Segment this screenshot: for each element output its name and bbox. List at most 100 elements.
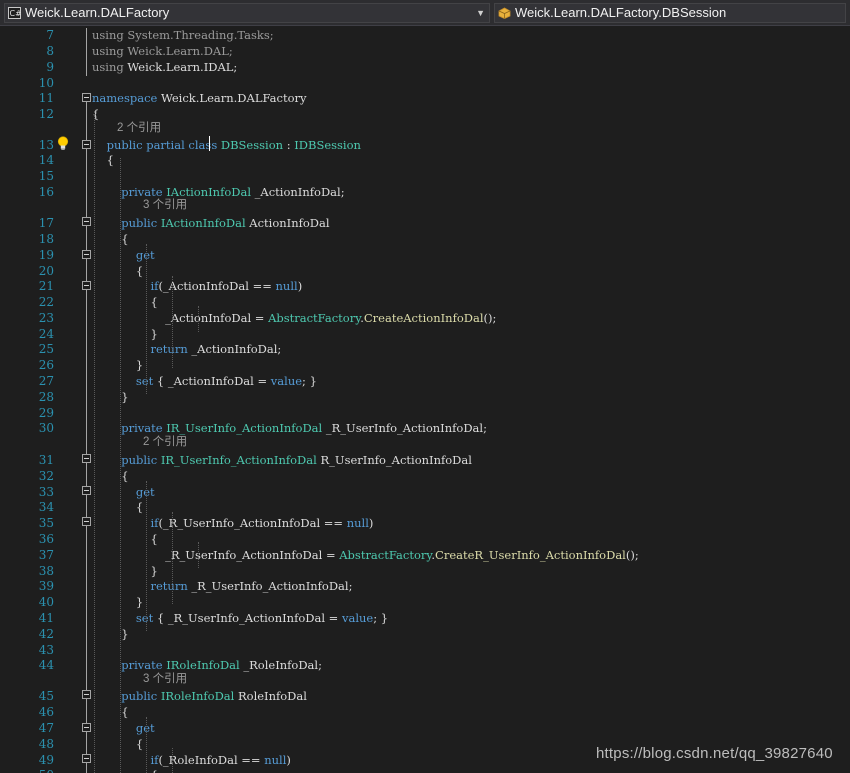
code-line[interactable]: set { _R_UserInfo_ActionInfoDal = value;… <box>92 611 388 626</box>
line-number: 45 <box>38 689 54 703</box>
code-editor[interactable]: 7 using System.Threading.Tasks; 8 using Wei… <box>0 26 850 773</box>
code-line[interactable]: set { _ActionInfoDal = value; } <box>92 374 317 389</box>
code-line[interactable]: return _R_UserInfo_ActionInfoDal; <box>92 579 352 594</box>
code-token: private <box>92 421 163 435</box>
fold-toggle[interactable] <box>82 690 91 699</box>
code-token: } <box>92 564 158 578</box>
code-token: Weick.Learn.DALFactory <box>157 91 307 105</box>
code-line[interactable]: private IRoleInfoDal _RoleInfoDal; <box>92 658 322 673</box>
code-line[interactable]: public IActionInfoDal ActionInfoDal <box>92 216 329 231</box>
code-line[interactable]: { <box>92 737 143 752</box>
code-lens-references[interactable]: 2 个引用 <box>143 435 187 449</box>
line-number: 28 <box>38 390 54 404</box>
code-token: class <box>184 138 218 152</box>
code-token: _ActionInfoDal = <box>92 311 269 325</box>
code-token: if <box>92 516 159 530</box>
code-lens-references[interactable]: 3 个引用 <box>143 198 187 212</box>
fold-toggle[interactable] <box>82 93 91 102</box>
code-token: } <box>92 390 129 404</box>
code-line[interactable]: } <box>92 327 157 342</box>
fold-toggle[interactable] <box>82 281 91 290</box>
type-dropdown-label: Weick.Learn.DALFactory.DBSession <box>515 5 727 20</box>
code-line[interactable]: { <box>92 264 143 279</box>
line-number: 14 <box>38 153 54 167</box>
code-line[interactable]: } <box>92 390 129 405</box>
fold-toggle[interactable] <box>82 517 91 526</box>
code-line[interactable]: _R_UserInfo_ActionInfoDal = AbstractFact… <box>92 548 639 563</box>
code-line[interactable]: { <box>92 295 158 310</box>
code-token: IR_UserInfo_ActionInfoDal <box>162 421 323 435</box>
lightbulb-icon[interactable] <box>57 136 69 151</box>
code-token: RoleInfoDal <box>234 689 307 703</box>
indent-guide <box>198 542 199 568</box>
line-number: 20 <box>38 264 54 278</box>
type-dropdown[interactable]: Weick.Learn.DALFactory.DBSession <box>494 3 846 23</box>
line-number: 13 <box>38 138 54 152</box>
fold-toggle[interactable] <box>82 140 91 149</box>
code-token: (_RoleInfoDal == <box>158 753 265 767</box>
code-line[interactable]: if(_ActionInfoDal == null) <box>92 279 302 294</box>
fold-toggle[interactable] <box>82 217 91 226</box>
code-line[interactable]: } <box>92 595 143 610</box>
code-line[interactable]: _ActionInfoDal = AbstractFactory.CreateA… <box>92 311 496 326</box>
line-number: 43 <box>38 643 54 657</box>
code-token: using <box>92 28 124 42</box>
line-number: 8 <box>46 44 54 58</box>
code-token: (); <box>483 311 497 325</box>
code-token: System.Threading.Tasks; <box>123 28 274 42</box>
fold-toggle[interactable] <box>82 250 91 259</box>
code-line[interactable]: } <box>92 358 143 373</box>
code-line[interactable]: public IR_UserInfo_ActionInfoDal R_UserI… <box>92 453 472 468</box>
code-token: IRoleInfoDal <box>162 658 240 672</box>
code-lens-references[interactable]: 3 个引用 <box>143 672 187 686</box>
code-line[interactable]: { <box>92 532 157 547</box>
code-line[interactable]: { <box>92 768 157 773</box>
code-lens-references[interactable]: 2 个引用 <box>117 121 161 135</box>
code-token: public <box>92 216 158 230</box>
code-token: { <box>92 295 158 309</box>
code-line[interactable]: using Weick.Learn.DAL; <box>92 44 233 59</box>
line-number: 12 <box>38 107 54 121</box>
code-line[interactable]: if(_R_UserInfo_ActionInfoDal == null) <box>92 516 373 531</box>
code-token: (_ActionInfoDal == <box>158 279 276 293</box>
code-token: IActionInfoDal <box>162 185 252 199</box>
code-line[interactable]: if(_RoleInfoDal == null) <box>92 753 290 768</box>
fold-toggle[interactable] <box>82 486 91 495</box>
indent-guide <box>172 276 173 368</box>
code-line[interactable]: } <box>92 627 129 642</box>
line-number: 38 <box>38 564 54 578</box>
code-token: (_R_UserInfo_ActionInfoDal == <box>158 516 347 530</box>
code-line[interactable]: private IActionInfoDal _ActionInfoDal; <box>92 185 344 200</box>
line-number: 9 <box>46 60 54 74</box>
line-number: 16 <box>38 185 54 199</box>
code-token: set <box>92 374 154 388</box>
indent-guide <box>146 244 147 394</box>
code-line[interactable]: using Weick.Learn.IDAL; <box>92 60 237 75</box>
code-line[interactable]: using System.Threading.Tasks; <box>92 28 274 43</box>
code-line[interactable]: public partial class DBSession : IDBSess… <box>92 138 361 153</box>
fold-toggle[interactable] <box>82 723 91 732</box>
code-line[interactable]: { <box>92 469 128 484</box>
code-token: IActionInfoDal <box>157 216 246 230</box>
chevron-down-icon: ▼ <box>476 8 485 18</box>
code-token: AbstractFactory <box>339 548 432 562</box>
code-line[interactable]: { <box>92 500 143 515</box>
fold-line <box>86 526 87 690</box>
project-dropdown[interactable]: C# Weick.Learn.DALFactory ▼ <box>4 3 490 23</box>
code-token: _RoleInfoDal; <box>239 658 322 672</box>
indent-guide <box>146 717 147 773</box>
code-line[interactable]: namespace Weick.Learn.DALFactory <box>92 91 306 106</box>
line-number: 31 <box>38 453 54 467</box>
code-line[interactable]: private IR_UserInfo_ActionInfoDal _R_Use… <box>92 421 487 436</box>
code-line[interactable]: } <box>92 564 158 579</box>
fold-toggle[interactable] <box>82 754 91 763</box>
code-token: } <box>92 627 129 641</box>
code-line[interactable]: public IRoleInfoDal RoleInfoDal <box>92 689 307 704</box>
code-token: partial <box>142 138 185 152</box>
code-token: Weick.Learn.IDAL; <box>123 60 238 74</box>
code-line[interactable]: { <box>92 232 128 247</box>
code-token: _ActionInfoDal; <box>187 342 282 356</box>
code-line[interactable]: { <box>92 705 128 720</box>
code-line[interactable]: { <box>92 153 114 168</box>
fold-toggle[interactable] <box>82 454 91 463</box>
